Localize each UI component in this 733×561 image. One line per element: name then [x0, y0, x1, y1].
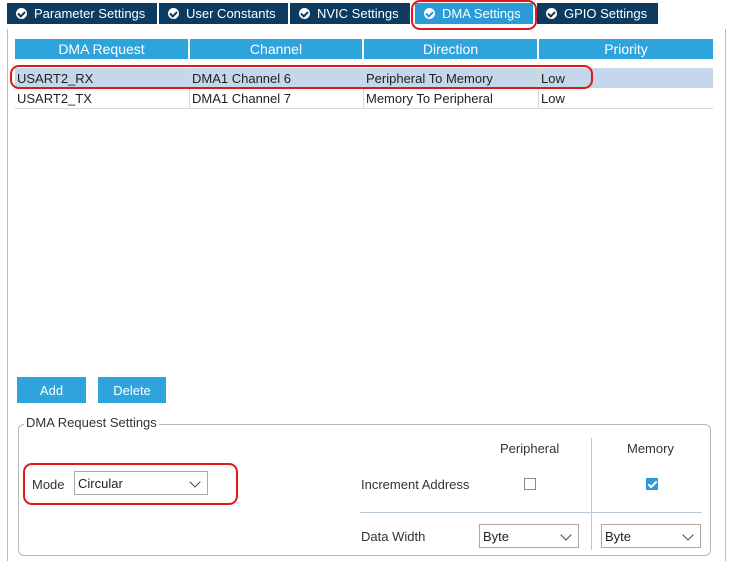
tab-bar: Parameter Settings User Constants NVIC S…: [0, 0, 733, 29]
tab-label: NVIC Settings: [317, 6, 399, 21]
delete-button[interactable]: Delete: [98, 377, 166, 403]
column-header-direction[interactable]: Direction: [364, 39, 539, 59]
table-header: DMA Request Channel Direction Priority: [15, 39, 713, 59]
tab-nvic-settings[interactable]: NVIC Settings: [290, 3, 410, 24]
chevron-down-icon: [189, 476, 201, 488]
tab-label: GPIO Settings: [564, 6, 648, 21]
data-width-label: Data Width: [361, 529, 426, 544]
tab-label: User Constants: [186, 6, 276, 21]
column-header-priority[interactable]: Priority: [539, 39, 713, 59]
mode-label: Mode: [32, 477, 65, 492]
tab-gpio-settings[interactable]: GPIO Settings: [537, 3, 658, 24]
memory-column-label: Memory: [627, 441, 674, 456]
check-circle-icon: [546, 8, 557, 19]
cell-direction: Memory To Peripheral: [364, 88, 539, 108]
column-header-channel[interactable]: Channel: [190, 39, 364, 59]
tab-label: DMA Settings: [442, 6, 521, 21]
cell-direction: Peripheral To Memory: [364, 68, 539, 88]
column-divider: [591, 438, 592, 550]
group-title: DMA Request Settings: [24, 415, 159, 430]
cell-channel: DMA1 Channel 6: [190, 68, 364, 88]
cell-request: USART2_RX: [15, 68, 190, 88]
cell-priority: Low: [541, 90, 565, 106]
peripheral-data-width-dropdown[interactable]: Byte: [479, 524, 579, 548]
check-circle-icon: [16, 8, 27, 19]
table-body: USART2_RX DMA1 Channel 6 Peripheral To M…: [15, 68, 713, 109]
table-row[interactable]: USART2_TX DMA1 Channel 7 Memory To Perip…: [15, 88, 713, 108]
check-circle-icon: [299, 8, 310, 19]
memory-width-value: Byte: [605, 528, 632, 544]
row-divider: [360, 512, 702, 513]
increment-address-label: Increment Address: [361, 477, 470, 492]
tab-user-constants[interactable]: User Constants: [159, 3, 288, 24]
add-button[interactable]: Add: [17, 377, 86, 403]
column-header-dma-request[interactable]: DMA Request: [15, 39, 190, 59]
check-circle-icon: [424, 8, 435, 19]
check-circle-icon: [168, 8, 179, 19]
tab-parameter-settings[interactable]: Parameter Settings: [7, 3, 157, 24]
table-row[interactable]: USART2_RX DMA1 Channel 6 Peripheral To M…: [15, 68, 713, 88]
dma-request-table: DMA Request Channel Direction Priority U…: [15, 39, 713, 109]
mode-dropdown[interactable]: Circular: [74, 471, 208, 495]
tab-label: Parameter Settings: [34, 6, 146, 21]
peripheral-column-label: Peripheral: [500, 441, 560, 456]
peripheral-width-value: Byte: [483, 528, 510, 544]
memory-increment-checkbox[interactable]: [646, 478, 658, 490]
cell-request: USART2_TX: [15, 88, 190, 108]
chevron-down-icon: [560, 529, 572, 541]
tab-dma-settings[interactable]: DMA Settings: [415, 3, 533, 24]
peripheral-increment-checkbox[interactable]: [524, 478, 536, 490]
memory-data-width-dropdown[interactable]: Byte: [601, 524, 701, 548]
mode-value: Circular: [78, 475, 123, 491]
chevron-down-icon: [682, 529, 694, 541]
cell-channel: DMA1 Channel 7: [190, 88, 364, 108]
cell-priority: Low: [541, 70, 565, 86]
